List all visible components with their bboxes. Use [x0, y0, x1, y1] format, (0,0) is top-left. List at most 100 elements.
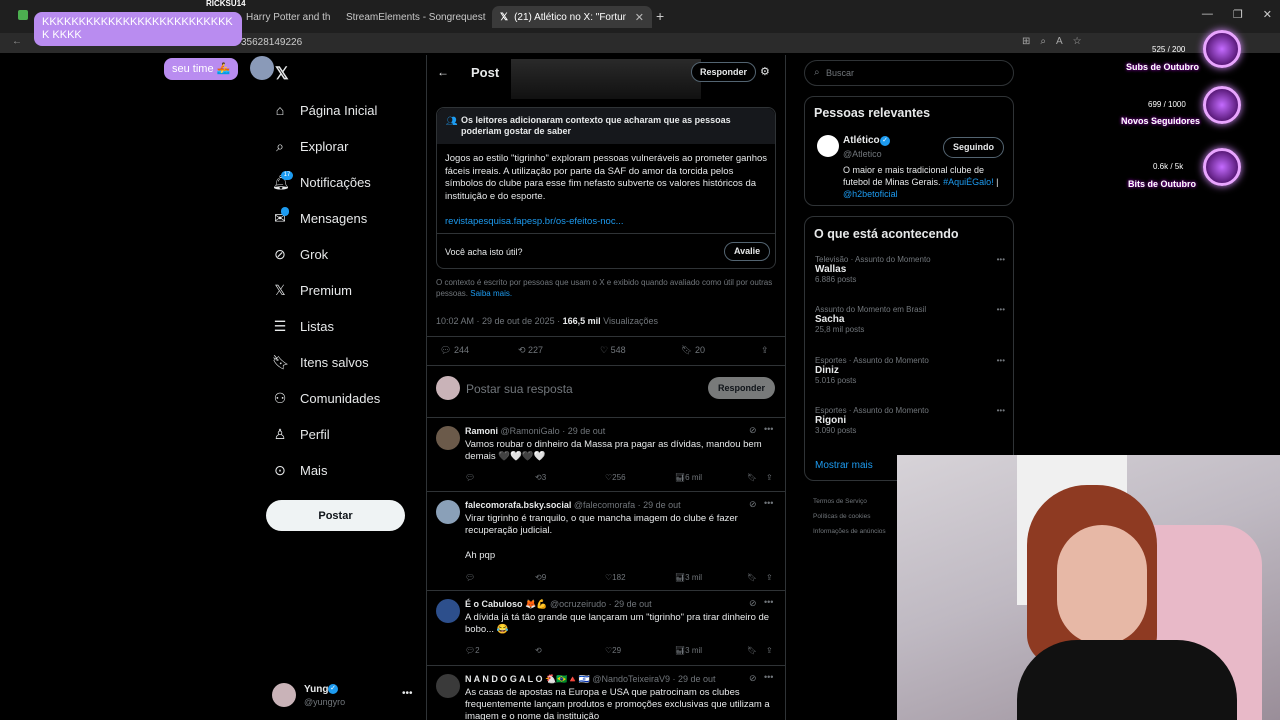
reply-author-line: falecomorafa.bsky.social @falecomorafa ·…: [465, 500, 681, 510]
post-button[interactable]: Postar: [266, 500, 405, 531]
tab-harry-potter[interactable]: Harry Potter and the✕: [238, 6, 330, 28]
more-options-icon[interactable]: •••: [997, 406, 1005, 415]
reply-tweet[interactable]: falecomorafa.bsky.social @falecomorafa ·…: [427, 492, 785, 590]
reply-text: Vamos roubar o dinheiro da Massa pra pag…: [465, 439, 762, 462]
share-icon[interactable]: ⇪: [766, 473, 773, 482]
repost-stat[interactable]: ⟲ 9: [535, 573, 546, 582]
more-options-icon[interactable]: •••: [764, 498, 773, 508]
trend-item[interactable]: Assunto do Momento em Brasil Sacha 25,8 …: [815, 305, 1005, 334]
reply-button[interactable]: Responder: [708, 377, 775, 399]
bookmark-icon[interactable]: 🔖︎: [747, 573, 757, 582]
repost-stat[interactable]: ⟲ 3: [535, 473, 546, 482]
settings-sliders-icon[interactable]: ⚙: [760, 65, 770, 78]
nav-lists[interactable]: ☰ Listas: [272, 318, 334, 334]
avatar[interactable]: [272, 683, 296, 707]
following-button[interactable]: Seguindo: [943, 137, 1004, 158]
reply-stat[interactable]: 💬︎ 244: [440, 345, 469, 356]
nav-communities[interactable]: ⚇ Comunidades: [272, 390, 381, 406]
new-tab-icon[interactable]: +: [656, 8, 664, 24]
author-handle: @ocruzeirudo · 29 de out: [549, 599, 652, 609]
reply-tweet[interactable]: É o Cabuloso 🦊💪 @ocruzeirudo · 29 de out…: [427, 591, 785, 665]
like-stat[interactable]: ♡ 548: [600, 345, 626, 356]
post-timestamp-row: 10:02 AM · 29 de out de 2025 · 166,5 mil…: [436, 316, 658, 326]
footer-link[interactable]: Políticas de cookies: [813, 509, 886, 524]
more-options-icon[interactable]: •••: [764, 424, 773, 434]
more-options-icon[interactable]: •••: [402, 688, 413, 699]
learn-more-link[interactable]: Saiba mais.: [470, 289, 512, 298]
share-icon[interactable]: ⇪: [766, 646, 773, 655]
grok-icon[interactable]: ⊘: [749, 499, 757, 510]
trend-item[interactable]: Esportes · Assunto do Momento Rigoni 3.0…: [815, 406, 1005, 435]
bio-mention[interactable]: @h2betoficial: [843, 189, 898, 199]
close-icon[interactable]: ✕: [635, 11, 644, 24]
views-stat[interactable]: 📊︎ 3 mil: [675, 646, 702, 655]
views-stat[interactable]: 📊︎ 6 mil: [675, 473, 702, 482]
community-note-header: 👥︎ Os leitores adicionaram contexto que …: [437, 108, 775, 144]
reply-stat[interactable]: 💬︎ 2: [465, 646, 480, 655]
views-stat[interactable]: 📊︎ 3 mil: [675, 573, 702, 582]
x-logo-icon[interactable]: 𝕏: [275, 64, 289, 84]
nav-grok[interactable]: ⊘ Grok: [272, 246, 328, 262]
share-icon[interactable]: ⇪: [761, 345, 769, 356]
more-options-icon[interactable]: •••: [997, 356, 1005, 365]
more-options-icon[interactable]: •••: [997, 305, 1005, 314]
repost-icon[interactable]: ⟲: [535, 646, 542, 655]
bookmark-icon[interactable]: 🔖︎: [747, 473, 757, 482]
reply-icon[interactable]: 💬︎: [465, 473, 475, 482]
bookmark-icon[interactable]: 🔖︎: [747, 646, 757, 655]
back-icon[interactable]: ←: [12, 36, 22, 47]
footer-link[interactable]: Informações de anúncios: [813, 524, 886, 539]
home-icon: ⌂: [275, 102, 285, 118]
trend-name: Diniz: [815, 365, 839, 376]
trend-item[interactable]: Televisão · Assunto do Momento Wallas 6.…: [815, 255, 1005, 284]
trend-item[interactable]: Esportes · Assunto do Momento Diniz 5.01…: [815, 356, 1005, 385]
grok-icon[interactable]: ⊘: [749, 598, 757, 609]
back-arrow-icon[interactable]: ←: [437, 65, 449, 79]
nav-bookmarks[interactable]: 🔖︎ Itens salvos: [272, 354, 369, 370]
video-player-thumbnail[interactable]: [511, 59, 701, 99]
nav-profile[interactable]: ♙ Perfil: [272, 426, 330, 442]
tab-streamelements[interactable]: StreamElements - Songrequest✕: [332, 6, 494, 28]
like-stat[interactable]: ♡ 182: [605, 573, 626, 582]
community-note-link[interactable]: revistapesquisa.fapesp.br/os-efeitos-noc…: [445, 216, 623, 227]
reply-text: Ah pqp: [465, 550, 496, 561]
close-window-icon[interactable]: ✕: [1263, 8, 1272, 21]
reply-input[interactable]: Postar sua resposta: [466, 382, 573, 396]
rate-button[interactable]: Avalie: [724, 242, 771, 261]
helpful-question: Você acha isto útil?: [445, 247, 523, 257]
nav-home[interactable]: ⌂ Página Inicial: [272, 102, 378, 118]
share-icon[interactable]: ⇪: [766, 573, 773, 582]
more-options-icon[interactable]: •••: [997, 255, 1005, 264]
reply-tweet[interactable]: N A N D O G A L O 🐔🇧🇷🔺🇮🇱 @NandoTeixeiraV…: [427, 666, 785, 720]
goal-ring: [1203, 148, 1241, 186]
maximize-icon[interactable]: ❐: [1233, 8, 1243, 21]
browser-toolbar-icons[interactable]: ⊞⌕A☆: [1022, 36, 1092, 47]
like-stat[interactable]: ♡ 29: [605, 646, 621, 655]
like-stat[interactable]: ♡ 256: [605, 473, 626, 482]
grok-icon[interactable]: ⊘: [749, 425, 757, 436]
reply-icon[interactable]: 💬︎: [465, 573, 475, 582]
nav-label: Perfil: [300, 426, 330, 442]
more-options-icon[interactable]: •••: [764, 672, 773, 682]
header-reply-button[interactable]: Responder: [691, 62, 757, 82]
reply-tweet[interactable]: Ramoni @RamoniGalo · 29 de out ⊘ ••• Vam…: [427, 418, 785, 490]
more-options-icon[interactable]: •••: [764, 597, 773, 607]
verified-icon: ✓: [880, 136, 890, 146]
person-name[interactable]: Atlético: [843, 135, 880, 146]
minimize-icon[interactable]: —: [1202, 8, 1213, 21]
bio-hashtag[interactable]: #AquiÉGalo!: [943, 177, 994, 187]
repost-stat[interactable]: ⟲ 227: [518, 345, 543, 356]
show-more-link[interactable]: Mostrar mais: [815, 460, 873, 471]
bookmark-stat[interactable]: 🔖︎ 20: [681, 345, 705, 356]
tab-atletico-x[interactable]: 𝕏 (21) Atlético no X: "Fortune Galo ✕: [492, 6, 652, 28]
search-input[interactable]: ⌕ Buscar: [804, 60, 1014, 86]
nav-premium[interactable]: 𝕏 Premium: [272, 282, 352, 298]
reply-author-line: N A N D O G A L O 🐔🇧🇷🔺🇮🇱 @NandoTeixeiraV…: [465, 674, 716, 685]
avatar[interactable]: [817, 135, 839, 157]
nav-more[interactable]: ⊙ Mais: [272, 462, 327, 478]
divider: [427, 365, 785, 366]
footer-link[interactable]: Termos de Serviço: [813, 494, 886, 509]
goal-ring: [1203, 86, 1241, 124]
nav-explore[interactable]: ⌕ Explorar: [272, 138, 348, 154]
grok-icon[interactable]: ⊘: [749, 673, 757, 684]
